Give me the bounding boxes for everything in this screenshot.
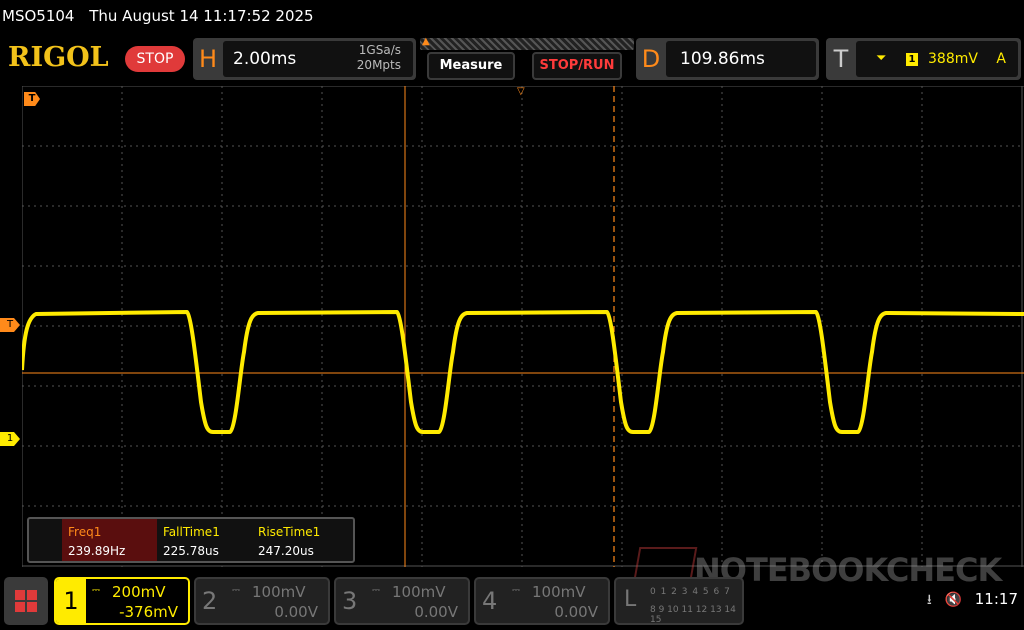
channel-number: 3	[342, 587, 358, 615]
channel-scale: 200mV	[112, 583, 166, 601]
waveform-display[interactable]	[22, 86, 1024, 567]
trigger-mode: A	[996, 51, 1006, 67]
horizontal-inner: 2.00ms 1GSa/s 20Mpts	[223, 41, 413, 77]
channel3-panel[interactable]: 3 ⎓ 100mV 0.00V	[334, 577, 470, 625]
dc-coupling-icon: ⎓	[92, 585, 100, 596]
channel-number: 4	[482, 587, 498, 615]
trigger-source: 1	[906, 53, 918, 66]
trigger-label: T	[833, 45, 849, 73]
channel-scale: 100mV	[252, 583, 306, 601]
measure-button[interactable]: Measure	[427, 52, 515, 80]
channel-number: 2	[202, 587, 218, 615]
delay-inner: 109.86ms	[666, 41, 816, 77]
trigger-time-marker-icon: ▽	[517, 86, 525, 97]
measurement-freq[interactable]: Freq1 239.89Hz	[62, 519, 157, 561]
trigger-level-marker[interactable]: T	[0, 318, 20, 332]
falling-edge-icon: ⏷	[876, 51, 887, 66]
trigger-level: 388mV	[928, 51, 978, 67]
brand-logo: RIGOL	[8, 42, 109, 73]
logic-digits-high: 8 9 10 11 12 13 14 15	[650, 605, 736, 625]
title-bar: MSO5104 Thu August 14 11:17:52 2025	[0, 0, 1024, 34]
logic-label: L	[624, 587, 637, 612]
channel-offset: 0.00V	[414, 603, 458, 621]
ruler-position-icon: ▲	[422, 36, 430, 47]
channel1-trace	[22, 310, 1024, 434]
menu-grid-icon	[15, 590, 37, 612]
channel-offset: -376mV	[119, 603, 178, 621]
channel-scale: 100mV	[532, 583, 586, 601]
measurement-panel[interactable]: Freq1 239.89Hz FallTime1 225.78us RiseTi…	[27, 517, 355, 563]
memory-depth: 20Mpts	[356, 58, 401, 72]
logic-digits-low: 0 1 2 3 4 5 6 7	[650, 587, 731, 597]
waveform-svg	[22, 86, 1024, 567]
bottom-bar: 1 ⎓ 200mV -376mV 2 ⎓ 100mV 0.00V 3 ⎓ 100…	[0, 573, 1024, 630]
trigger-inner: ⏷ 1 388mV A	[856, 41, 1018, 77]
dc-coupling-icon: ⎓	[372, 585, 380, 596]
dc-coupling-icon: ⎓	[512, 585, 520, 596]
delay-label: D	[641, 45, 661, 73]
delay-panel[interactable]: D 109.86ms	[636, 38, 819, 80]
speaker-muted-icon[interactable]: 🔇	[945, 592, 962, 608]
dc-coupling-icon: ⎓	[232, 585, 240, 596]
channel4-panel[interactable]: 4 ⎓ 100mV 0.00V	[474, 577, 610, 625]
usb-icon[interactable]: ⭳	[927, 592, 932, 608]
channel-offset: 0.00V	[274, 603, 318, 621]
channel-number: 1	[56, 579, 86, 623]
channel-offset: 0.00V	[554, 603, 598, 621]
channel1-marker[interactable]: 1	[0, 432, 20, 446]
graticule	[22, 86, 1024, 567]
model-label: MSO5104	[2, 7, 75, 25]
sample-rate: 1GSa/s	[358, 43, 401, 57]
datetime-label: Thu August 14 11:17:52 2025	[89, 7, 314, 25]
horizontal-label: H	[198, 45, 218, 73]
main-menu-button[interactable]	[4, 577, 48, 625]
clock: 11:17	[974, 590, 1018, 608]
stop-run-button[interactable]: STOP/RUN	[532, 52, 622, 80]
channel2-panel[interactable]: 2 ⎓ 100mV 0.00V	[194, 577, 330, 625]
logic-analyzer-panel[interactable]: L 0 1 2 3 4 5 6 7 8 9 10 11 12 13 14 15	[614, 577, 744, 625]
status-area: ⭳ 🔇 11:17	[927, 589, 1018, 613]
channel-scale: 100mV	[392, 583, 446, 601]
run-state-badge[interactable]: STOP	[125, 46, 185, 72]
channel1-panel[interactable]: 1 ⎓ 200mV -376mV	[54, 577, 190, 625]
memory-ruler	[420, 38, 634, 50]
timebase-value: 2.00ms	[233, 49, 297, 69]
trigger-panel[interactable]: T ⏷ 1 388mV A	[826, 38, 1021, 80]
acquisition-info: 1GSa/s 20Mpts	[357, 43, 401, 73]
measurement-falltime[interactable]: FallTime1 225.78us	[157, 519, 252, 561]
measurement-risetime[interactable]: RiseTime1 247.20us	[252, 519, 347, 561]
delay-value: 109.86ms	[680, 49, 765, 69]
horizontal-panel[interactable]: H 2.00ms 1GSa/s 20Mpts	[193, 38, 416, 80]
